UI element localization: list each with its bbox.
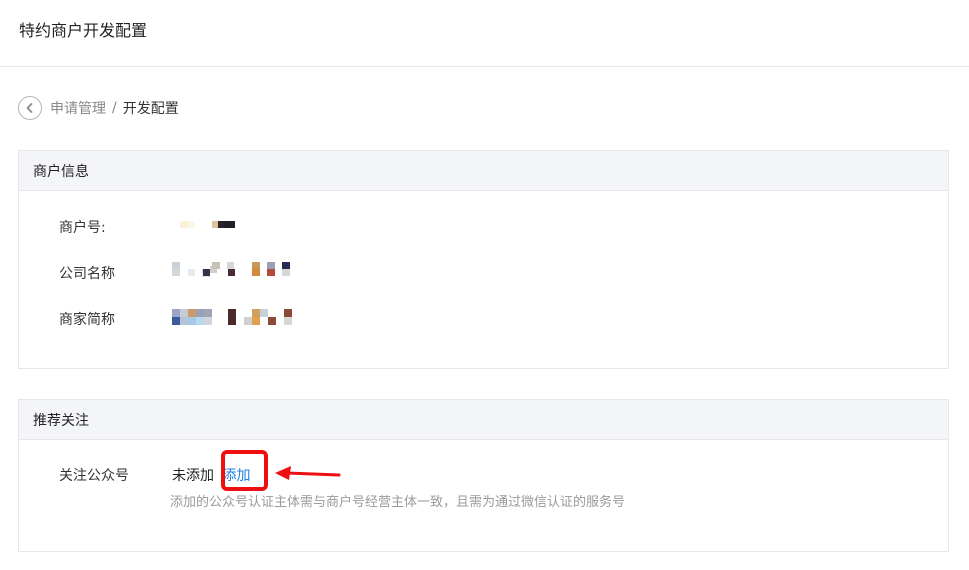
follow-status-text: 未添加 [172,468,214,484]
store-name-label: 商家简称 [59,312,115,328]
page-title: 特约商户开发配置 [19,21,148,40]
official-account-row: 关注公众号 [59,465,129,485]
breadcrumb-parent-link[interactable]: 申请管理 [50,98,106,118]
back-button[interactable] [18,96,42,120]
annotation-arrow-icon [275,466,341,480]
recommend-follow-panel: 推荐关注 关注公众号 未添加 添加 添加的公众号认证主体需与商户号经营主体一致，… [18,399,949,552]
merchant-info-header: 商户信息 [19,151,948,191]
breadcrumb-separator: / [112,100,117,116]
page-header: 特约商户开发配置 [0,0,969,67]
company-name-label: 公司名称 [59,266,115,282]
official-account-hint: 添加的公众号认证主体需与商户号经营主体一致，且需为通过微信认证的服务号 [170,495,626,510]
merchant-id-masked-value [172,220,297,240]
company-name-masked-value [172,261,297,281]
merchant-id-label: 商户号: [59,220,106,236]
merchant-info-panel: 商户信息 商户号: 公司名称 商家简称 [18,150,949,369]
official-account-label: 关注公众号 [59,468,129,484]
breadcrumb: 申请管理 / 开发配置 [18,96,179,120]
store-name-masked-value [172,308,297,328]
chevron-left-icon [26,103,33,113]
store-name-row: 商家简称 [59,309,115,329]
merchant-id-row: 商户号: [59,217,106,237]
annotation-highlight-box [221,450,268,491]
recommend-follow-header: 推荐关注 [19,400,948,440]
company-name-row: 公司名称 [59,263,115,283]
breadcrumb-current: 开发配置 [122,101,179,117]
